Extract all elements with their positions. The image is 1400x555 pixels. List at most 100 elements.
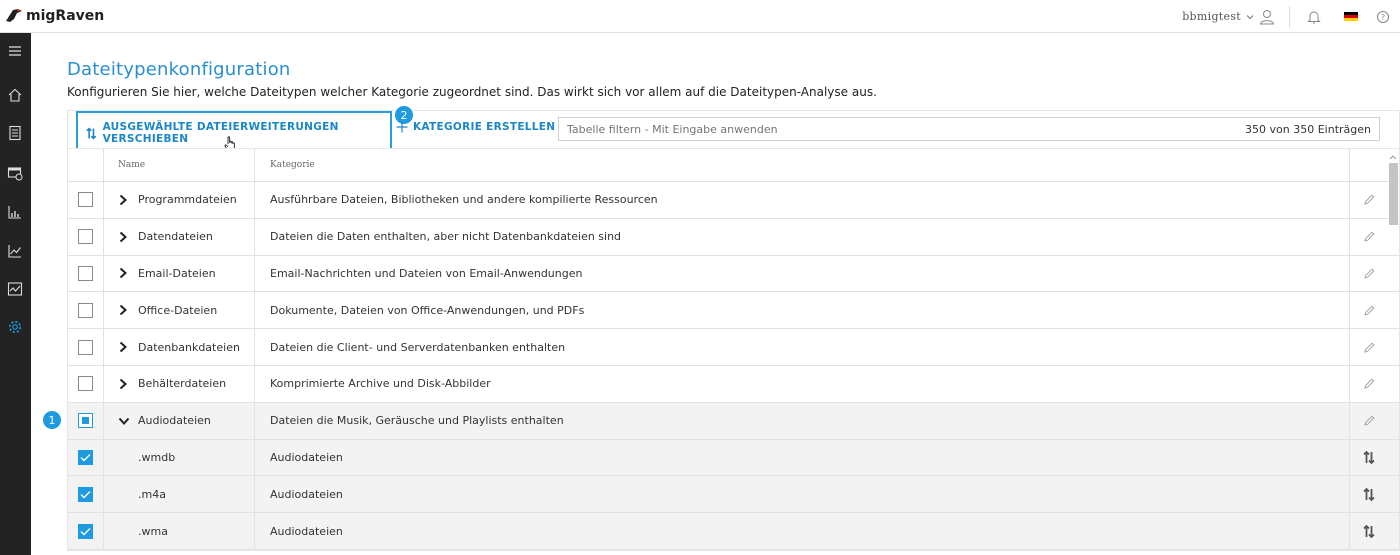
row-action-cell <box>1350 256 1388 292</box>
expand-toggle[interactable] <box>118 378 132 390</box>
row-category: Dokumente, Dateien von Office-Anwendunge… <box>270 303 585 317</box>
entry-count: 350 von 350 Einträgen <box>1245 122 1371 136</box>
chevron-right-icon[interactable] <box>118 267 128 279</box>
row-checkbox[interactable] <box>78 302 93 318</box>
page-title: Dateitypenkonfiguration <box>67 59 291 80</box>
row-checkbox[interactable] <box>78 192 93 208</box>
line-chart-icon[interactable] <box>5 241 25 261</box>
move-arrows-icon[interactable] <box>1363 524 1375 539</box>
row-checkbox[interactable] <box>78 413 93 429</box>
bar-chart-icon[interactable] <box>5 202 25 222</box>
row-action-cell <box>1350 513 1388 549</box>
chevron-right-icon[interactable] <box>118 304 128 316</box>
edit-pencil-icon[interactable] <box>1363 267 1376 280</box>
move-arrows-icon[interactable] <box>1363 487 1375 502</box>
user-icon[interactable] <box>1259 9 1275 25</box>
username[interactable]: bbmigtest <box>1182 10 1241 23</box>
row-name: Datendateien <box>138 230 213 244</box>
language-flag-icon[interactable] <box>1344 11 1358 22</box>
category-row[interactable]: Email-Dateien Email-Nachrichten und Datei… <box>68 255 1399 293</box>
chevron-right-icon[interactable] <box>118 341 128 353</box>
expand-toggle[interactable] <box>118 231 132 243</box>
create-category-button[interactable]: KATEGORIE ERSTELLEN <box>396 121 555 133</box>
category-cell: Audiodateien <box>255 476 1350 513</box>
file-type-table: Name Kategorie Programmdateien Ausführbar… <box>67 148 1400 551</box>
step-badge-1: 1 <box>42 410 62 430</box>
expand-toggle[interactable] <box>118 267 132 279</box>
category-row[interactable]: Datenbankdateien Dateien die Client- und … <box>68 329 1399 366</box>
bell-icon[interactable] <box>1306 9 1322 25</box>
category-cell: Email-Nachrichten und Dateien von Email-… <box>255 255 1350 292</box>
checkmark-icon <box>80 453 91 462</box>
chevron-right-icon[interactable] <box>118 194 128 206</box>
category-row[interactable]: Behälterdateien Komprimierte Archive und … <box>68 365 1399 403</box>
edit-pencil-icon[interactable] <box>1363 304 1376 317</box>
header-check-cell <box>68 149 104 181</box>
name-cell: Datendateien <box>104 218 255 255</box>
expand-toggle[interactable] <box>118 304 132 316</box>
row-category: Email-Nachrichten und Dateien von Email-… <box>270 266 583 280</box>
row-action-cell <box>1350 366 1388 402</box>
chevron-down-icon[interactable] <box>118 416 130 426</box>
move-arrows-icon[interactable] <box>1363 450 1375 465</box>
row-checkbox[interactable] <box>78 486 93 502</box>
document-icon[interactable] <box>5 123 25 143</box>
category-cell: Dateien die Daten enthalten, aber nicht … <box>255 218 1350 255</box>
extension-row[interactable]: .m4a Audiodateien <box>68 476 1399 514</box>
row-checkbox[interactable] <box>78 339 93 355</box>
extension-row[interactable]: .wma Audiodateien <box>68 513 1399 550</box>
scroll-up-icon[interactable] <box>1388 153 1398 161</box>
chevron-down-icon[interactable] <box>1245 12 1255 22</box>
row-name: Behälterdateien <box>138 377 227 391</box>
row-checkbox[interactable] <box>78 265 93 281</box>
edit-pencil-icon[interactable] <box>1363 414 1376 427</box>
home-icon[interactable] <box>5 85 25 105</box>
scrollbar[interactable] <box>1387 153 1398 555</box>
edit-pencil-icon[interactable] <box>1363 377 1376 390</box>
row-name: Office-Dateien <box>138 303 218 317</box>
row-checkbox[interactable] <box>78 449 93 465</box>
row-check-cell <box>68 476 104 513</box>
category-cell: Ausführbare Dateien, Bibliotheken und an… <box>255 182 1350 218</box>
row-checkbox[interactable] <box>78 376 93 392</box>
help-icon[interactable]: ? <box>1376 10 1390 24</box>
row-checkbox[interactable] <box>78 523 93 539</box>
row-check-cell <box>68 329 104 365</box>
settings-gear-icon[interactable] <box>5 317 25 337</box>
extension-row[interactable]: .wmdb Audiodateien <box>68 439 1399 477</box>
row-action-cell <box>1350 329 1388 365</box>
edit-pencil-icon[interactable] <box>1363 193 1376 206</box>
expand-toggle[interactable] <box>118 194 132 206</box>
row-action-cell <box>1350 182 1388 218</box>
edit-pencil-icon[interactable] <box>1363 341 1376 354</box>
column-header-category[interactable]: Kategorie <box>255 149 1350 181</box>
raven-logo-icon <box>6 9 22 22</box>
category-row[interactable]: Office-Dateien Dokumente, Dateien von Off… <box>68 292 1399 330</box>
row-name: Email-Dateien <box>138 266 216 280</box>
plus-icon <box>396 121 408 133</box>
edit-pencil-icon[interactable] <box>1363 230 1376 243</box>
row-check-cell <box>68 439 104 476</box>
category-row[interactable]: Programmdateien Ausführbare Dateien, Bibl… <box>68 182 1399 219</box>
row-checkbox[interactable] <box>78 229 93 245</box>
menu-icon[interactable] <box>5 41 25 61</box>
filter-input[interactable] <box>567 122 1067 136</box>
category-cell: Dokumente, Dateien von Office-Anwendunge… <box>255 292 1350 329</box>
activity-chart-icon[interactable] <box>5 279 25 299</box>
dashboard-clock-icon[interactable] <box>5 163 25 183</box>
chevron-right-icon[interactable] <box>118 378 128 390</box>
row-category: Ausführbare Dateien, Bibliotheken und an… <box>270 193 658 207</box>
expand-toggle[interactable] <box>118 416 132 426</box>
chevron-right-icon[interactable] <box>118 231 128 243</box>
scrollbar-thumb[interactable] <box>1389 163 1398 225</box>
name-cell: .wmdb <box>104 439 255 476</box>
row-category: Audiodateien <box>270 524 343 538</box>
row-category: Dateien die Daten enthalten, aber nicht … <box>270 230 622 244</box>
row-action-cell <box>1350 403 1388 439</box>
column-header-name[interactable]: Name <box>104 149 255 181</box>
logo[interactable]: migRaven <box>4 7 104 25</box>
category-row[interactable]: Datendateien Dateien die Daten enthalten,… <box>68 218 1399 256</box>
expand-toggle[interactable] <box>118 341 132 353</box>
category-row[interactable]: Audiodateien Dateien die Musik, Geräusche… <box>68 402 1399 440</box>
sidebar <box>0 33 31 555</box>
